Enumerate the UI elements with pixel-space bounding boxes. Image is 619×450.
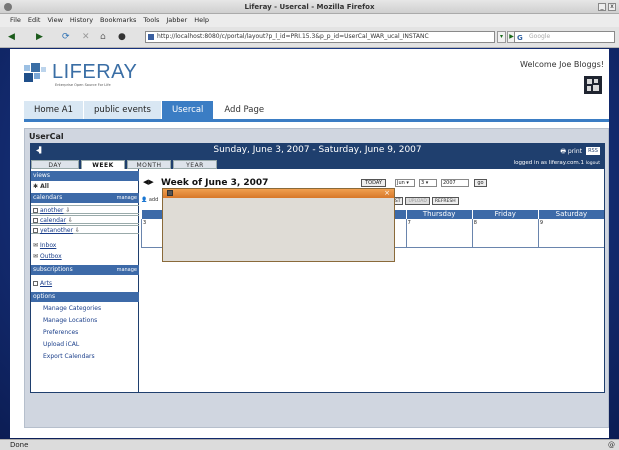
logged-in-text: logged in as liferay.com.1 logout — [513, 160, 600, 166]
page-tabs: Home A1 public events Usercal Add Page — [24, 101, 276, 119]
view-all[interactable]: ✱ All — [31, 182, 139, 191]
logo-text: LIFERAY — [52, 61, 138, 83]
tab-public-events[interactable]: public events — [84, 101, 162, 119]
close-button[interactable]: x — [608, 3, 616, 11]
subscription-item-arts[interactable]: Arts — [31, 279, 139, 288]
tab-home[interactable]: Home A1 — [24, 101, 85, 119]
reload-icon[interactable]: ⟳ — [62, 31, 70, 43]
tab-day[interactable]: DAY — [31, 160, 79, 169]
google-icon: G — [517, 34, 523, 42]
print-link[interactable]: 🖶 print — [560, 147, 582, 157]
tab-add-page[interactable]: Add Page — [214, 101, 276, 119]
search-placeholder: Google — [529, 33, 551, 40]
popup-close-icon[interactable]: × — [384, 189, 390, 198]
menu-edit[interactable]: Edit — [28, 16, 41, 27]
inbox-link[interactable]: ✉ Inbox — [31, 241, 139, 250]
stop-icon[interactable]: ✕ — [82, 31, 90, 43]
upload-button[interactable]: UPLOAD — [405, 197, 430, 205]
month-select[interactable]: Jun ▾ — [395, 179, 415, 187]
menubar: File Edit View History Bookmarks Tools J… — [0, 14, 619, 27]
logo-tagline: Enterprise Open Source For Life — [55, 83, 111, 87]
logout-link[interactable]: logout — [586, 161, 600, 166]
views-header: views — [31, 171, 139, 181]
popup-dialog[interactable]: × — [162, 188, 395, 262]
tab-year[interactable]: YEAR — [173, 160, 217, 169]
favicon-icon — [148, 34, 154, 40]
option-export-calendars[interactable]: Export Calendars — [43, 353, 95, 360]
calendar-sidebar: views ✱ All calendars manage another ⇩ c… — [31, 169, 139, 392]
home-icon[interactable]: ⌂ — [100, 31, 106, 43]
url-dropdown-button[interactable]: ▾ — [497, 31, 506, 43]
calendar-item-calendar[interactable]: calendar ⇩ — [31, 215, 139, 224]
forward-arrow-icon[interactable]: ▶ — [36, 31, 43, 43]
add-event-link[interactable]: 👤 add — [141, 197, 158, 203]
day-header: Saturday — [537, 210, 604, 219]
menu-help[interactable]: Help — [194, 16, 209, 27]
today-button[interactable]: TODAY — [361, 179, 386, 187]
navigation-toolbar: ◀ ▶ ⟳ ✕ ⌂ ● http://localhost:8080/c/port… — [0, 27, 619, 48]
search-input[interactable]: G Google — [514, 31, 615, 43]
tab-underline — [24, 119, 609, 122]
refresh-button[interactable]: REFRESH — [431, 197, 459, 205]
menu-file[interactable]: File — [10, 16, 21, 27]
status-text: Done — [10, 441, 29, 449]
week-nav-arrows[interactable]: ◀▶ — [143, 178, 154, 186]
date-range-title: Sunday, June 3, 2007 - Saturday, June 9,… — [213, 145, 422, 155]
status-icon: @ — [608, 441, 615, 449]
minimize-button[interactable]: _ — [598, 3, 606, 11]
menu-view[interactable]: View — [47, 16, 62, 27]
portlet-title: UserCal — [29, 132, 64, 141]
menu-tools[interactable]: Tools — [143, 16, 159, 27]
calendar-item-yetanother[interactable]: yetanother ⇩ — [31, 225, 139, 234]
day-header: Friday — [471, 210, 538, 219]
day-header: Thursday — [405, 210, 472, 219]
window-title: Liferay - Usercal - Mozilla Firefox — [244, 3, 375, 11]
rss-button[interactable]: RSS — [586, 147, 600, 155]
day-cell[interactable]: 8 — [471, 219, 538, 247]
day-select[interactable]: 3 ▾ — [419, 179, 437, 187]
manage-calendars-link[interactable]: manage — [117, 193, 137, 203]
welcome-message: Welcome Joe Bloggs! — [520, 60, 604, 69]
menu-bookmarks[interactable]: Bookmarks — [100, 16, 136, 27]
week-of-title: Week of June 3, 2007 — [161, 178, 269, 188]
logo-mark-icon — [24, 63, 50, 85]
subscriptions-header: subscriptions manage — [31, 265, 139, 275]
calendars-header: calendars manage — [31, 193, 139, 203]
go-button[interactable]: go — [474, 179, 487, 187]
tab-usercal[interactable]: Usercal — [161, 101, 215, 119]
window-titlebar: Liferay - Usercal - Mozilla Firefox _ x — [0, 0, 619, 14]
manage-subscriptions-link[interactable]: manage — [117, 265, 137, 275]
user-avatar[interactable] — [584, 76, 602, 94]
outbox-link[interactable]: ✉ Outbox — [31, 252, 139, 261]
popup-icon — [167, 190, 173, 196]
option-preferences[interactable]: Preferences — [43, 329, 78, 336]
status-bar: Done @ — [0, 439, 619, 450]
year-field[interactable]: 2007 — [441, 179, 469, 187]
tab-month[interactable]: MONTH — [127, 160, 171, 169]
option-manage-locations[interactable]: Manage Locations — [43, 317, 97, 324]
menu-jabber[interactable]: Jabber — [166, 16, 187, 27]
calendar-widget: ◂▌ Sunday, June 3, 2007 - Saturday, June… — [30, 143, 605, 393]
day-cell[interactable]: 9 — [537, 219, 604, 247]
option-upload-ical[interactable]: Upload iCAL — [43, 341, 79, 348]
options-header: options — [31, 292, 139, 302]
back-arrow-icon[interactable]: ◀ — [8, 31, 15, 43]
calendar-header: ◂▌ Sunday, June 3, 2007 - Saturday, June… — [31, 144, 604, 158]
day-cell[interactable]: 7 — [405, 219, 472, 247]
url-text: http://localhost:8080/c/portal/layout?p_… — [157, 33, 429, 40]
popup-titlebar[interactable]: × — [163, 189, 394, 198]
url-field[interactable]: http://localhost:8080/c/portal/layout?p_… — [145, 31, 495, 43]
menu-history[interactable]: History — [70, 16, 93, 27]
calendar-item-another[interactable]: another ⇩ — [31, 205, 139, 214]
option-manage-categories[interactable]: Manage Categories — [43, 305, 101, 312]
globe-icon[interactable]: ● — [118, 31, 126, 43]
